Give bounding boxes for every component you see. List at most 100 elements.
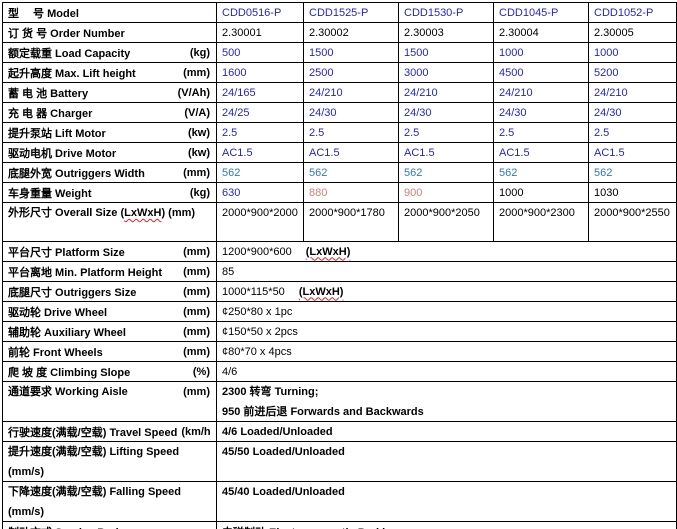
value-cell: AC1.5 <box>304 143 399 163</box>
value-cell: 2.5 <box>589 123 677 143</box>
spellcheck-word: LxWxH <box>124 207 161 219</box>
value-cell: 24/210 <box>399 83 494 103</box>
row-min-platform-height: 平台离地 Min. Platform Height(mm) 85 <box>3 262 677 282</box>
row-service-brake: 制动方式 Service Brake 电磁制动 Electromagnetic … <box>3 522 677 529</box>
row-unit: (mm) <box>183 384 210 401</box>
row-charger: 充 电 器 Charger(V/A) 24/25 24/30 24/30 24/… <box>3 103 677 123</box>
value-line-2: 950 前进后退 Forwards and Backwards <box>222 404 671 421</box>
row-label: 辅助轮 Auxiliary Wheel <box>8 324 126 340</box>
row-unit: (mm) <box>183 346 210 358</box>
row-label-cell: 订 货 号 Order Number <box>3 23 217 43</box>
row-order-number: 订 货 号 Order Number 2.30001 2.30002 2.300… <box>3 23 677 43</box>
value-cell: 2.5 <box>494 123 589 143</box>
value-cell: 2.5 <box>399 123 494 143</box>
row-front-wheels: 前轮 Front Wheels(mm) ¢80*70 x 4pcs <box>3 342 677 362</box>
row-unit: (kw) <box>188 127 210 139</box>
row-label-cell: 驱动轮 Drive Wheel(mm) <box>3 302 217 322</box>
value-cell: 4500 <box>494 63 589 83</box>
value-cell: 2.30002 <box>304 23 399 43</box>
row-label-cell: 辅助轮 Auxiliary Wheel(mm) <box>3 322 217 342</box>
row-label-cell: 型 号 Model <box>3 3 217 23</box>
value-cell: 85 <box>217 262 677 282</box>
value-cell: 2000*900*2300 <box>494 203 589 242</box>
row-label-cell: 充 电 器 Charger(V/A) <box>3 103 217 123</box>
row-label-cell: 通道要求 Working Aisle (mm) <box>3 382 217 422</box>
row-label: 底腿外宽 Outriggers Width <box>8 165 145 181</box>
value-cell: 2.5 <box>217 123 304 143</box>
row-unit: (mm/s) <box>8 464 210 481</box>
value-cell: 1500 <box>399 43 494 63</box>
value-cell: 45/40 Loaded/Unloaded <box>217 482 677 522</box>
row-outriggers-width: 底腿外宽 Outriggers Width(mm) 562 562 562 56… <box>3 163 677 183</box>
row-unit: (mm/s) <box>8 504 210 521</box>
row-battery: 蓄 电 池 Battery(V/Ah) 24/165 24/210 24/210… <box>3 83 677 103</box>
row-unit: (kg) <box>190 47 210 59</box>
value-cell: 24/210 <box>494 83 589 103</box>
row-label: 平台离地 Min. Platform Height <box>8 264 162 280</box>
value-cell: 24/30 <box>399 103 494 123</box>
value-cell: 24/30 <box>304 103 399 123</box>
row-lifting-speed: 提升速度(满载/空载) Lifting Speed (mm/s) 45/50 L… <box>3 442 677 482</box>
value-cell: 1500 <box>304 43 399 63</box>
value-cell: 4/6 <box>217 362 677 382</box>
value-cell: 24/210 <box>304 83 399 103</box>
row-label: 蓄 电 池 Battery <box>8 85 88 101</box>
row-label-cell: 起升高度 Max. Lift height(mm) <box>3 63 217 83</box>
model-cell: CDD1045-P <box>494 3 589 23</box>
row-drive-wheel: 驱动轮 Drive Wheel(mm) ¢250*80 x 1pc <box>3 302 677 322</box>
row-falling-speed: 下降速度(满载/空载) Falling Speed (mm/s) 45/40 L… <box>3 482 677 522</box>
row-label: 提升速度(满载/空载) Lifting Speed <box>8 444 210 461</box>
row-label-cell: 制动方式 Service Brake <box>3 522 217 529</box>
value-cell: AC1.5 <box>217 143 304 163</box>
row-label: 起升高度 Max. Lift height <box>8 65 136 81</box>
value-cell: 24/30 <box>589 103 677 123</box>
value-cell: 1000 <box>589 43 677 63</box>
model-cell: CDD1525-P <box>304 3 399 23</box>
row-label: 提升泵站 Lift Motor <box>8 125 106 141</box>
row-unit: (V/A) <box>184 107 210 119</box>
value-cell: 2.30005 <box>589 23 677 43</box>
row-label: 额定载重 Load Capacity <box>8 45 130 61</box>
value-cell: 2.30004 <box>494 23 589 43</box>
value-cell: 1030 <box>589 183 677 203</box>
value-cell: 562 <box>494 163 589 183</box>
spellcheck-word: (LxWxH) <box>306 246 351 258</box>
row-travel-speed: 行驶速度(满载/空载) Travel Speed(km/h) 4/6 Loade… <box>3 422 677 442</box>
value-cell: 4/6 Loaded/Unloaded <box>217 422 677 442</box>
value-line-1: 2300 转弯 Turning; <box>222 384 671 401</box>
value-cell: 500 <box>217 43 304 63</box>
row-platform-size: 平台尺寸 Platform Size(mm) 1200*900*600(LxWx… <box>3 242 677 262</box>
value-cell: 24/25 <box>217 103 304 123</box>
row-unit: (mm) <box>183 286 210 298</box>
row-label-cell: 额定载重 Load Capacity (kg) <box>3 43 217 63</box>
row-label: 驱动电机 Drive Motor <box>8 145 116 161</box>
row-label-cell: 底腿尺寸 Outriggers Size(mm) <box>3 282 217 302</box>
row-drive-motor: 驱动电机 Drive Motor (kw) AC1.5 AC1.5 AC1.5 A… <box>3 143 677 163</box>
value-cell: 2.30001 <box>217 23 304 43</box>
row-label: 通道要求 Working Aisle <box>8 384 128 401</box>
value-cell: 45/50 Loaded/Unloaded <box>217 442 677 482</box>
row-label: 型 号 Model <box>8 5 79 21</box>
model-cell: CDD1052-P <box>589 3 677 23</box>
row-unit: (mm) <box>183 246 210 258</box>
row-unit: (V/Ah) <box>178 87 210 99</box>
value-cell: 2000*900*2050 <box>399 203 494 242</box>
row-unit: (kg) <box>190 187 210 199</box>
row-label: 前轮 Front Wheels <box>8 344 103 360</box>
value-cell: 900 <box>399 183 494 203</box>
row-label: 平台尺寸 Platform Size <box>8 244 125 260</box>
row-label: 行驶速度(满载/空载) Travel Speed <box>8 424 177 440</box>
spellcheck-word: (LxWxH) <box>299 286 344 298</box>
row-label-cell: 爬 坡 度 Climbing Slope(%) <box>3 362 217 382</box>
row-label: 车身重量 Weight <box>8 185 92 201</box>
value-cell: 562 <box>304 163 399 183</box>
spec-table: 型 号 Model CDD0516-P CDD1525-P CDD1530-P … <box>2 2 677 529</box>
value-cell: AC1.5 <box>399 143 494 163</box>
spec-sheet-page: 型 号 Model CDD0516-P CDD1525-P CDD1530-P … <box>0 0 677 529</box>
row-unit: (mm) <box>183 167 210 179</box>
value-cell: 1600 <box>217 63 304 83</box>
row-auxiliary-wheel: 辅助轮 Auxiliary Wheel(mm) ¢150*50 x 2pcs <box>3 322 677 342</box>
value-cell: AC1.5 <box>589 143 677 163</box>
value-cell: 5200 <box>589 63 677 83</box>
row-unit: (kw) <box>188 147 210 159</box>
